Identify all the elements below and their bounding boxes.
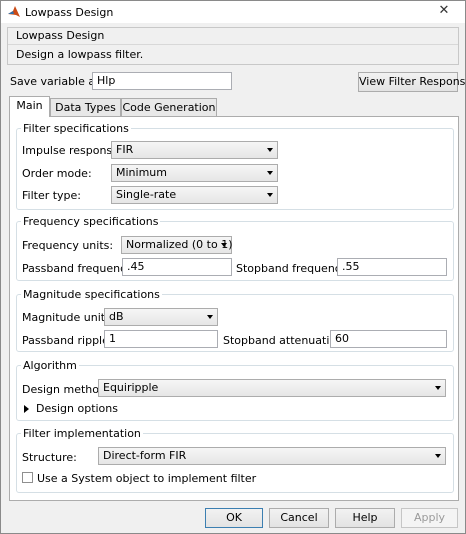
description-divider: [8, 44, 458, 45]
magnitude-units-label: Magnitude units:: [22, 311, 115, 324]
close-button[interactable]: ✕: [425, 2, 463, 20]
chevron-down-icon: [267, 148, 273, 152]
structure-label: Structure:: [22, 451, 77, 464]
chevron-down-icon: [435, 386, 441, 390]
tab-code-generation[interactable]: Code Generation: [121, 98, 217, 116]
save-variable-label: Save variable as:: [10, 75, 105, 88]
impulse-response-value: FIR: [116, 143, 134, 156]
impulse-response-label: Impulse response:: [22, 144, 123, 157]
view-filter-response-button[interactable]: View Filter Response: [358, 72, 466, 92]
structure-dropdown[interactable]: Direct-form FIR: [98, 447, 446, 465]
design-method-label: Design method:: [22, 383, 110, 396]
filter-type-label: Filter type:: [22, 189, 82, 202]
frequency-units-dropdown[interactable]: Normalized (0 to 1): [121, 236, 233, 254]
description-title: Lowpass Design: [16, 29, 105, 42]
structure-value: Direct-form FIR: [103, 449, 187, 462]
order-mode-dropdown[interactable]: Minimum: [111, 164, 278, 182]
impulse-response-dropdown[interactable]: FIR: [111, 141, 278, 159]
magnitude-units-dropdown[interactable]: dB: [104, 308, 218, 326]
dialog-window: Lowpass Design ✕ Lowpass Design Design a…: [0, 0, 466, 534]
passband-ripple-input[interactable]: 1: [104, 330, 218, 348]
description-text: Design a lowpass filter.: [16, 48, 144, 61]
stopband-attenuation-label: Stopband attenuation:: [223, 334, 347, 347]
frequency-units-label: Frequency units:: [22, 239, 114, 252]
window-title: Lowpass Design: [25, 6, 114, 19]
order-mode-value: Minimum: [116, 166, 167, 179]
system-object-checkbox[interactable]: [22, 472, 33, 483]
passband-frequency-label: Passband frequency:: [22, 262, 136, 275]
ok-button[interactable]: OK: [205, 508, 263, 528]
filter-type-dropdown[interactable]: Single-rate: [111, 186, 278, 204]
passband-ripple-label: Passband ripple:: [22, 334, 113, 347]
passband-frequency-input[interactable]: .45: [122, 258, 232, 276]
tab-data-types[interactable]: Data Types: [50, 98, 121, 116]
design-options-expander[interactable]: Design options: [22, 401, 118, 417]
algorithm-title: Algorithm: [23, 359, 77, 372]
chevron-down-icon: [267, 193, 273, 197]
main-tab-panel: Filter specifications Impulse response: …: [9, 116, 459, 501]
frequency-units-value: Normalized (0 to 1): [126, 238, 233, 251]
chevron-down-icon: [207, 315, 213, 319]
tab-main[interactable]: Main: [9, 96, 50, 117]
chevron-down-icon: [267, 171, 273, 175]
magnitude-specifications-title: Magnitude specifications: [23, 288, 160, 301]
stopband-frequency-input[interactable]: .55: [337, 258, 447, 276]
description-panel: Lowpass Design Design a lowpass filter.: [7, 27, 459, 65]
order-mode-label: Order mode:: [22, 167, 92, 180]
system-object-label: Use a System object to implement filter: [37, 472, 257, 485]
filter-type-value: Single-rate: [116, 188, 177, 201]
save-variable-input[interactable]: Hlp: [92, 72, 232, 90]
help-button[interactable]: Help: [335, 508, 395, 528]
matlab-logo-icon: [8, 6, 20, 17]
magnitude-units-value: dB: [109, 310, 124, 323]
design-method-value: Equiripple: [103, 381, 159, 394]
close-icon: ✕: [438, 3, 450, 18]
cancel-button[interactable]: Cancel: [269, 508, 329, 528]
expand-arrow-icon: [24, 405, 29, 413]
chevron-down-icon: [221, 243, 227, 247]
apply-button[interactable]: Apply: [401, 508, 458, 528]
title-bar: Lowpass Design ✕: [1, 1, 465, 23]
filter-specifications-title: Filter specifications: [23, 122, 129, 135]
frequency-specifications-title: Frequency specifications: [23, 215, 159, 228]
chevron-down-icon: [435, 454, 441, 458]
design-options-label: Design options: [36, 402, 118, 415]
design-method-dropdown[interactable]: Equiripple: [98, 379, 446, 397]
stopband-frequency-label: Stopband frequency:: [236, 262, 351, 275]
filter-implementation-title: Filter implementation: [23, 427, 141, 440]
stopband-attenuation-input[interactable]: 60: [330, 330, 447, 348]
